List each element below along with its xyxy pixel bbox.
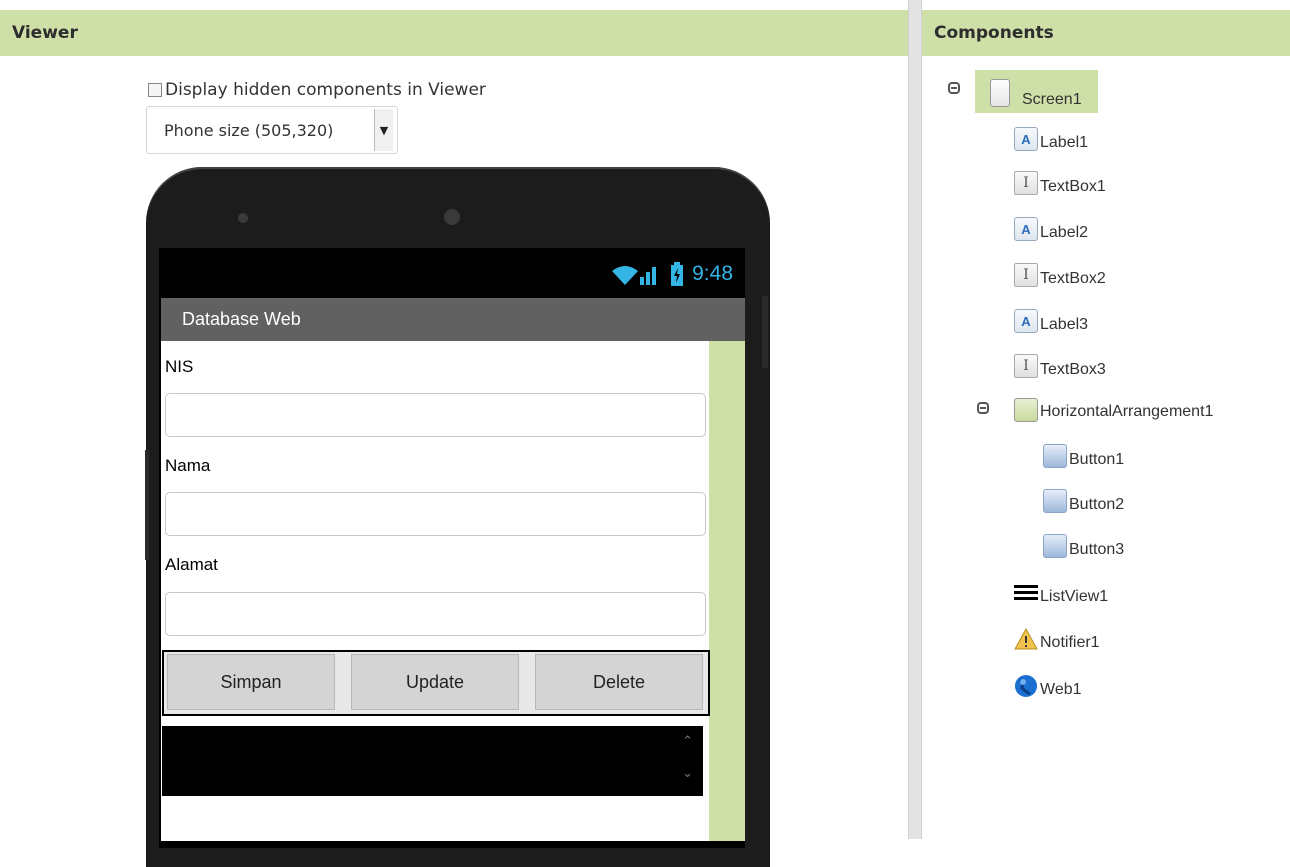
status-bar: 9:48 <box>159 248 745 298</box>
phone-size-value: Phone size (505,320) <box>164 121 334 140</box>
delete-button[interactable]: Delete <box>535 654 703 710</box>
tree-item-label: Label1 <box>1040 134 1089 151</box>
tree-item-label: Button1 <box>1069 451 1125 468</box>
status-time: 9:48 <box>692 262 733 285</box>
tree-item-screen1[interactable]: Screen1 <box>988 77 1082 109</box>
update-button[interactable]: Update <box>351 654 519 710</box>
tree-item-label3[interactable]: A Label3 <box>1014 308 1088 334</box>
tree-item-textbox2[interactable]: I TextBox2 <box>1014 262 1106 288</box>
tree-item-button2[interactable]: Button2 <box>1043 488 1124 514</box>
scroll-down-icon[interactable]: ⌄ <box>682 766 693 781</box>
app-title-bar: Database Web <box>161 298 745 341</box>
display-hidden-toggle[interactable]: Display hidden components in Viewer <box>148 80 486 100</box>
screen-selection-strip <box>709 341 745 841</box>
listview[interactable]: ⌃ ⌄ <box>162 726 703 796</box>
tree-item-label: Button3 <box>1069 541 1125 558</box>
tree-item-label: TextBox2 <box>1040 270 1106 287</box>
tree-item-label: Web1 <box>1040 681 1082 698</box>
label-icon: A <box>1014 127 1038 151</box>
notifier-icon <box>1014 627 1038 651</box>
textbox-alamat[interactable] <box>165 592 706 636</box>
tree-item-listview1[interactable]: ListView1 <box>1014 580 1108 606</box>
scroll-up-icon[interactable]: ⌃ <box>682 734 693 749</box>
tree-item-notifier1[interactable]: Notifier1 <box>1014 626 1100 652</box>
display-hidden-checkbox[interactable] <box>148 83 162 97</box>
status-icons: 9:48 <box>610 262 733 286</box>
viewer-header: Viewer <box>0 10 908 56</box>
phone-side-button-right <box>762 296 768 368</box>
tree-item-label: Button2 <box>1069 496 1125 513</box>
tree-item-button3[interactable]: Button3 <box>1043 533 1124 559</box>
collapse-horizontal-arrangement-icon[interactable] <box>977 402 989 414</box>
textbox-icon: I <box>1014 263 1038 287</box>
components-header: Components <box>922 10 1290 56</box>
sensor-icon <box>444 209 460 225</box>
textbox-nama[interactable] <box>165 492 706 536</box>
label-icon: A <box>1014 309 1038 333</box>
chevron-down-icon[interactable]: ▼ <box>374 109 393 151</box>
tree-item-textbox3[interactable]: I TextBox3 <box>1014 353 1106 379</box>
panel-divider[interactable] <box>908 0 922 839</box>
battery-icon <box>671 262 684 286</box>
tree-item-horizontalarrangement1[interactable]: HorizontalArrangement1 <box>1014 398 1213 422</box>
simpan-button[interactable]: Simpan <box>167 654 335 710</box>
collapse-screen1-icon[interactable] <box>948 82 960 94</box>
phone-side-button <box>145 450 149 560</box>
button-icon <box>1043 489 1067 513</box>
tree-item-label: ListView1 <box>1040 588 1109 605</box>
button-icon <box>1043 534 1067 558</box>
tree-item-web1[interactable]: Web1 <box>1014 673 1082 699</box>
textbox-icon: I <box>1014 171 1038 195</box>
screen-icon <box>988 79 1012 107</box>
textbox-icon: I <box>1014 354 1038 378</box>
horizontal-arrangement-icon <box>1014 398 1038 422</box>
tree-item-textbox1[interactable]: I TextBox1 <box>1014 170 1106 196</box>
camera-icon <box>238 213 248 223</box>
tree-item-label: TextBox3 <box>1040 361 1106 378</box>
listview-icon <box>1014 581 1038 605</box>
button-icon <box>1043 444 1067 468</box>
tree-item-label1[interactable]: A Label1 <box>1014 126 1088 152</box>
web-icon <box>1014 674 1038 698</box>
tree-item-label: Label3 <box>1040 316 1089 333</box>
textbox-nis[interactable] <box>165 393 706 437</box>
phone-size-select[interactable]: Phone size (505,320) ▼ <box>146 106 398 154</box>
label-nis[interactable]: NIS <box>165 357 193 377</box>
label-nama[interactable]: Nama <box>165 456 210 476</box>
tree-item-button1[interactable]: Button1 <box>1043 443 1124 469</box>
tree-item-label: TextBox1 <box>1040 178 1106 195</box>
label-alamat[interactable]: Alamat <box>165 555 218 575</box>
wifi-signal-icon <box>612 266 657 285</box>
tree-item-label: Label2 <box>1040 224 1089 241</box>
tree-item-label: Notifier1 <box>1040 634 1100 651</box>
label-icon: A <box>1014 217 1038 241</box>
display-hidden-label: Display hidden components in Viewer <box>165 80 486 100</box>
tree-item-label2[interactable]: A Label2 <box>1014 216 1088 242</box>
tree-item-label: Screen1 <box>1022 91 1082 108</box>
tree-item-label: HorizontalArrangement1 <box>1040 403 1214 420</box>
